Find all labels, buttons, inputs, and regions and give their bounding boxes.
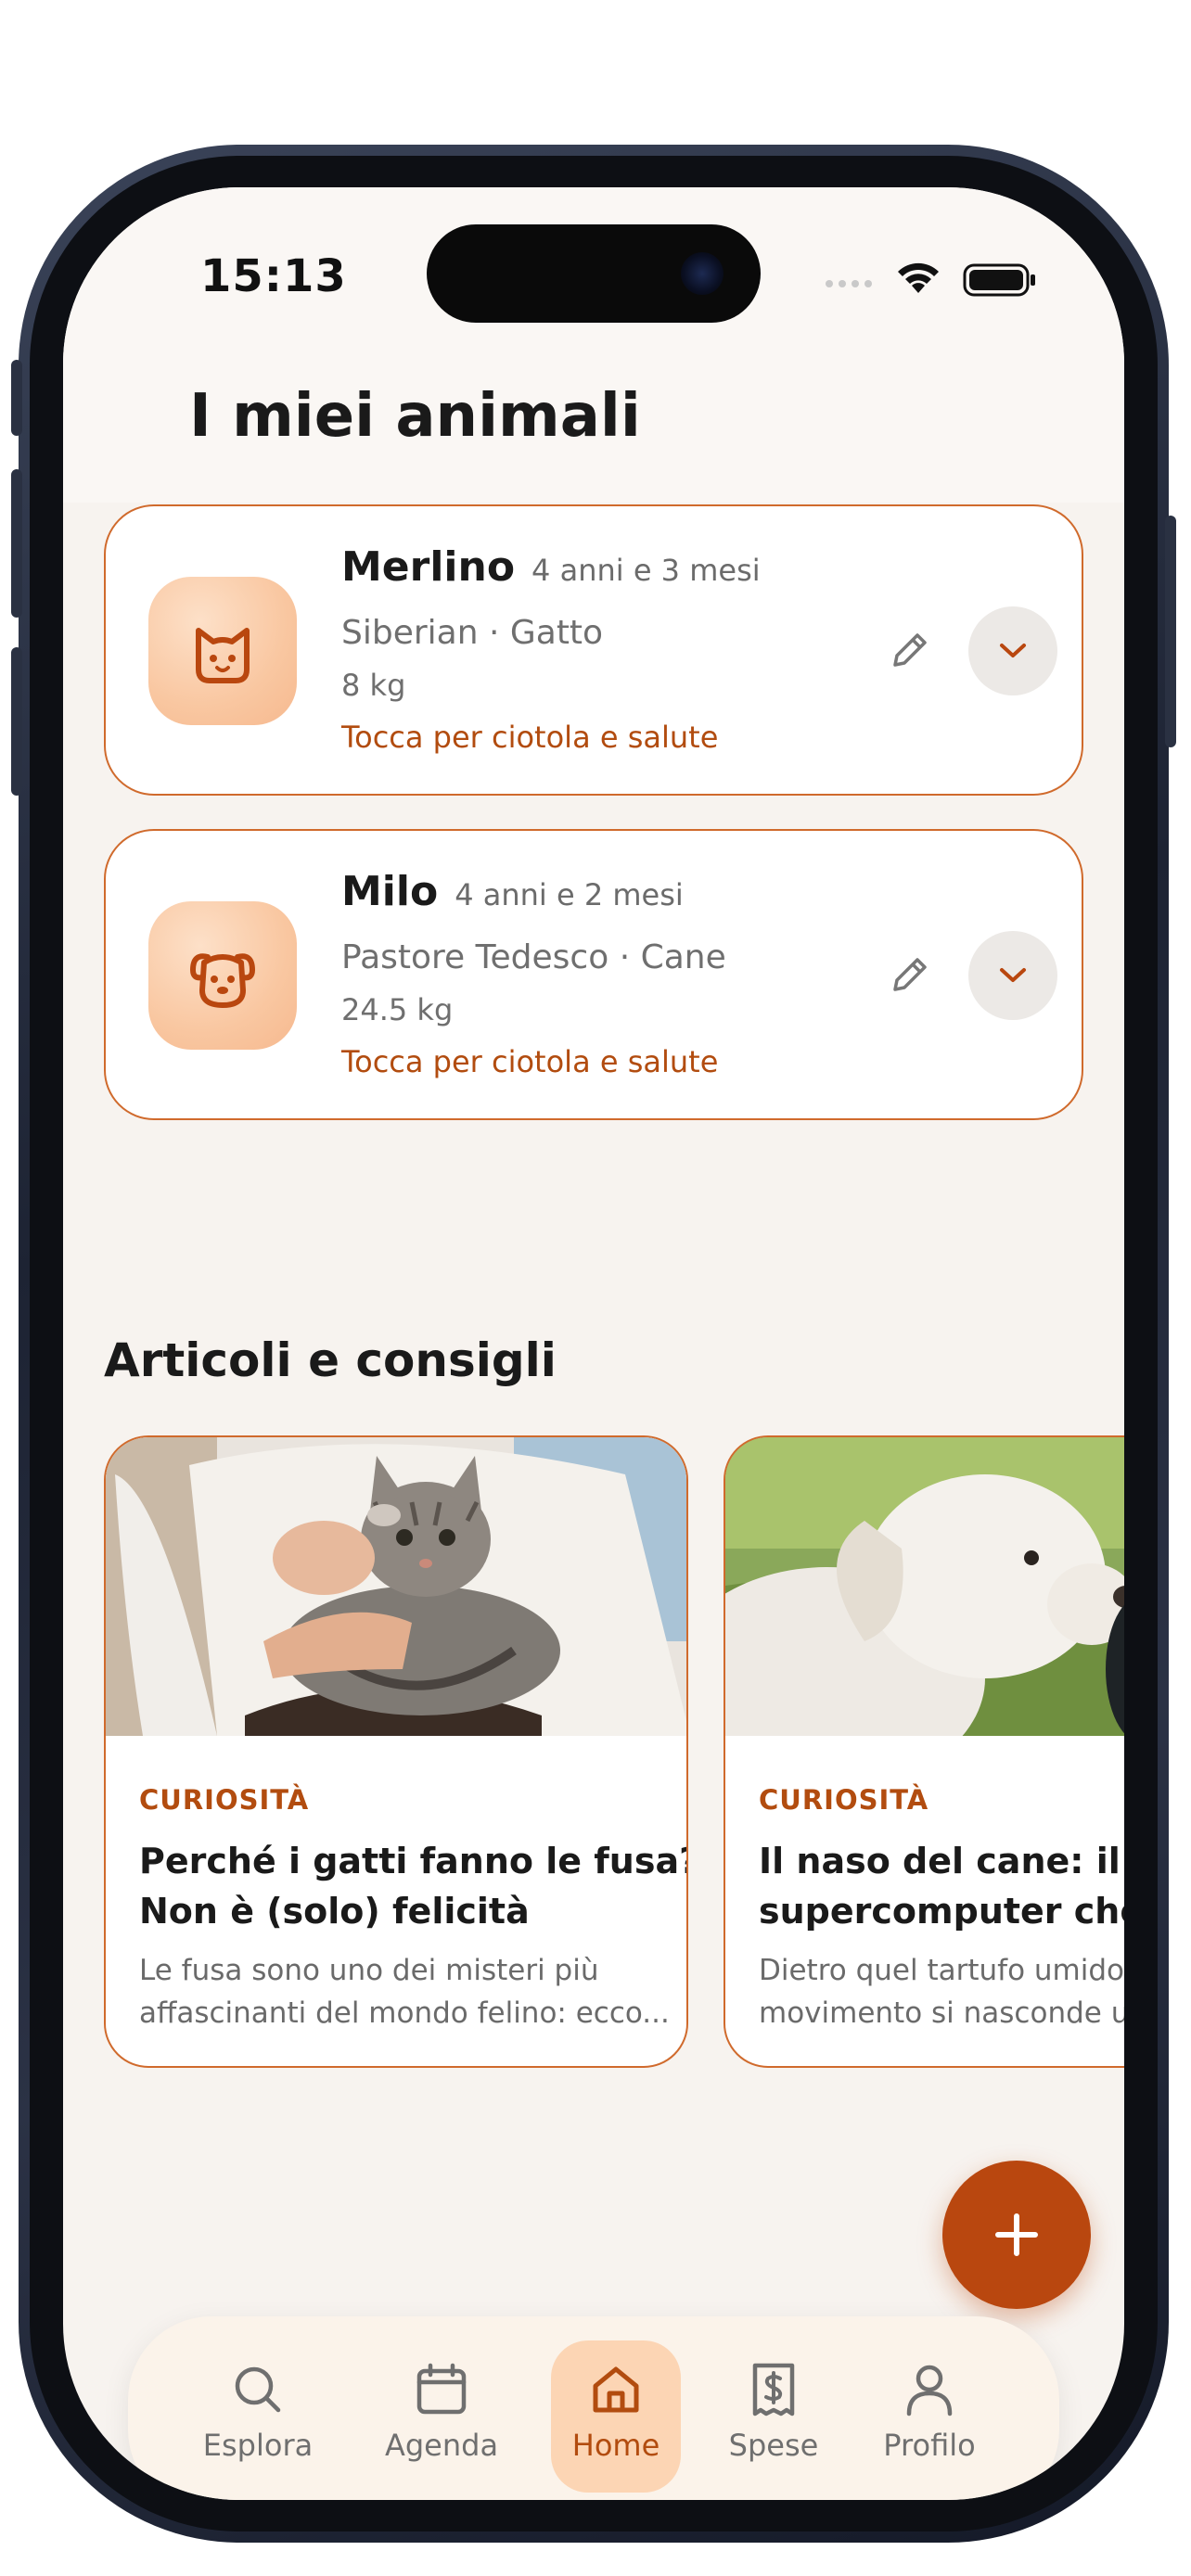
section-title: Articoli e consigli [104,1333,557,1387]
user-icon [906,2365,953,2417]
article-card[interactable]: CURIOSITÀ Il naso del cane: il supercomp… [724,1435,1124,2068]
nav-item-agenda[interactable]: Agenda [377,2340,506,2493]
dynamic-island [427,224,761,323]
article-excerpt-line: Dietro quel tartufo umido s [759,1954,1124,1987]
phone-frame: 15:13 I miei animali Merlino 4 anni e 3 … [11,145,1176,2543]
article-excerpt: Le fusa sono uno dei misteri più affasci… [139,1949,670,2034]
nav-item-spese[interactable]: Spese [709,2340,839,2493]
article-tag: CURIOSITÀ [139,1784,310,1816]
nav-label: Home [571,2428,660,2463]
article-excerpt-line: affascinanti del mondo felino: ecco... [139,1996,670,2030]
pet-name: Merlino 4 anni e 3 mesi [341,543,761,591]
pet-card-milo[interactable]: Milo 4 anni e 2 mesi Pastore Tedesco · Ca… [104,829,1083,1120]
article-title-line: supercomputer che fiu [759,1891,1124,1932]
nav-item-home[interactable]: Home [551,2340,681,2493]
pet-age: 4 anni e 3 mesi [531,553,761,588]
nav-label: Spese [728,2428,819,2463]
app-screen: 15:13 I miei animali Merlino 4 anni e 3 … [63,187,1124,2500]
nav-label: Profilo [883,2428,976,2463]
action-button [11,360,22,436]
article-card[interactable]: CURIOSITÀ Perché i gatti fanno le fusa? … [104,1435,688,2068]
article-excerpt: Dietro quel tartufo umido s movimento si… [759,1949,1124,2034]
pet-name: Milo 4 anni e 2 mesi [341,868,684,915]
nav-label: Esplora [202,2428,314,2463]
pet-weight: 24.5 kg [341,992,454,1027]
article-title-line: Perché i gatti fanno le fusa? [139,1841,688,1881]
edit-pet-button[interactable] [877,942,942,1007]
pet-avatar [148,577,297,725]
article-excerpt-line: movimento si nasconde un [759,1996,1124,2030]
article-image-dog [725,1437,1124,1736]
volume-up-button [11,469,22,618]
pet-name-text: Milo [341,868,439,915]
wifi-icon [898,262,939,293]
pet-name-text: Merlino [341,543,516,591]
pet-cta-link[interactable]: Tocca per ciotola e salute [341,1044,718,1079]
page-title: I miei animali [189,382,641,451]
pet-avatar [148,901,297,1050]
power-button [1165,516,1176,747]
volume-down-button [11,647,22,796]
plus-icon [995,2213,1038,2256]
expand-pet-button[interactable] [968,606,1057,695]
expand-pet-button[interactable] [968,931,1057,1020]
cellular-signal-icon [826,280,872,287]
add-pet-button[interactable] [942,2161,1091,2309]
nav-label: Agenda [384,2428,499,2463]
pencil-icon [893,633,927,667]
receipt-icon [752,2363,795,2417]
edit-pet-button[interactable] [877,618,942,682]
calendar-icon [416,2363,467,2415]
status-time: 15:13 [200,250,347,302]
search-icon [235,2366,281,2413]
pencil-icon [893,958,927,991]
pet-age: 4 anni e 2 mesi [455,877,684,912]
cat-icon [196,628,250,683]
pet-weight: 8 kg [341,668,406,703]
article-title-line: Non è (solo) felicità [139,1891,530,1932]
nav-item-profilo[interactable]: Profilo [864,2340,994,2493]
bottom-nav: Esplora Agenda Home Spese Profilo [128,2316,1059,2500]
chevron-down-icon [1000,644,1026,657]
article-title: Perché i gatti fanno le fusa? Non è (sol… [139,1836,688,1936]
article-title: Il naso del cane: il supercomputer che f… [759,1836,1124,1936]
chevron-down-icon [1000,968,1026,982]
dog-icon [189,953,256,1008]
battery-icon [963,263,1035,297]
status-bar: 15:13 [63,187,1124,373]
article-tag: CURIOSITÀ [759,1784,929,1816]
front-camera-icon [681,252,724,295]
pet-card-merlino[interactable]: Merlino 4 anni e 3 mesi Siberian · Gatto … [104,504,1083,796]
article-title-line: Il naso del cane: il [759,1841,1121,1881]
pet-breed: Pastore Tedesco · Cane [341,938,726,976]
pet-breed: Siberian · Gatto [341,614,604,652]
article-image-cat [106,1437,686,1736]
pet-cta-link[interactable]: Tocca per ciotola e salute [341,720,718,755]
home-icon [593,2366,639,2413]
nav-item-esplora[interactable]: Esplora [193,2340,323,2493]
article-excerpt-line: Le fusa sono uno dei misteri più [139,1954,599,1987]
